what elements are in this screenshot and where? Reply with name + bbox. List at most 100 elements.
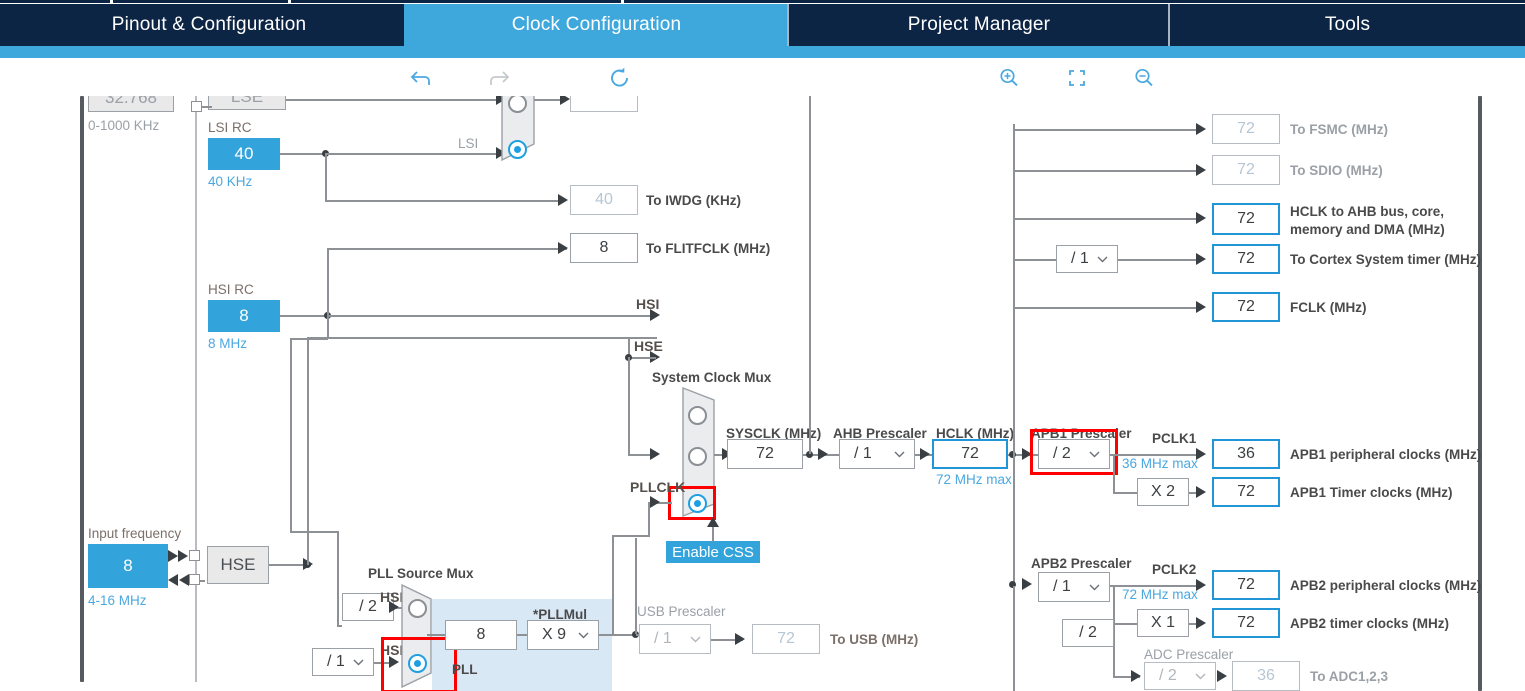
- undo-icon[interactable]: [408, 64, 436, 92]
- apb2-timer-multiplier: X 1: [1150, 614, 1175, 631]
- lse-osc-box[interactable]: LSE: [208, 96, 286, 110]
- cortex-divider-value: / 1: [1071, 250, 1089, 267]
- wire-hsi-up: [327, 248, 329, 316]
- wire-lse-pin: [202, 106, 212, 108]
- fsmc-label: To FSMC (MHz): [1290, 122, 1388, 137]
- pclk2-max-label: 72 MHz max: [1122, 587, 1198, 602]
- lsi-rc-value-box[interactable]: 40: [208, 138, 280, 170]
- apb1-peripheral-value: 36: [1237, 445, 1255, 462]
- lse-value-box[interactable]: 32.768: [88, 96, 174, 112]
- pll-input-value-box[interactable]: 8: [445, 620, 517, 650]
- clock-tree-canvas[interactable]: 32.768 0-1000 KHz LSE LSI RC 40 40 KHz L…: [0, 96, 1525, 691]
- ahb-prescaler-value: / 1: [854, 445, 872, 462]
- reset-icon[interactable]: [606, 64, 634, 92]
- cortex-timer-value-box[interactable]: 72: [1212, 244, 1280, 274]
- sdio-top-label: To SDIO (MHz): [1290, 163, 1383, 178]
- arrow-hse-out-a: [168, 574, 178, 586]
- sysclk-mux-option-hse[interactable]: [688, 447, 707, 466]
- zoom-out-icon[interactable]: [1130, 64, 1158, 92]
- chevron-down-icon: [578, 626, 589, 644]
- usb-out-value-box[interactable]: 72: [752, 624, 820, 654]
- pllmul-select[interactable]: X 9: [527, 620, 599, 650]
- iwdg-label: To IWDG (KHz): [646, 193, 741, 208]
- sdio-divider-box[interactable]: / 2: [1062, 619, 1114, 647]
- flitfclk-value-box[interactable]: 8: [570, 233, 638, 263]
- redo-icon[interactable]: [484, 64, 512, 92]
- rtc-mux-option-lsi[interactable]: [508, 140, 527, 159]
- apb1-peripheral-value-box[interactable]: 36: [1212, 439, 1280, 469]
- lsi-rc-title: LSI RC: [208, 120, 252, 135]
- cortex-timer-divider-select[interactable]: / 1: [1056, 245, 1118, 273]
- hsi-rc-value: 8: [239, 306, 249, 325]
- arrow-apb2-timer: [1196, 617, 1206, 629]
- wire-pllout-riser: [635, 538, 637, 634]
- sdio-top-value-box[interactable]: 72: [1212, 155, 1280, 185]
- apb2-peripheral-value-box[interactable]: 72: [1212, 570, 1280, 600]
- arrow-fclk: [1196, 301, 1206, 313]
- fit-to-screen-icon[interactable]: [1063, 64, 1091, 92]
- pll-mux-option-hsi[interactable]: [408, 599, 427, 618]
- usb-prescaler-select[interactable]: / 1: [639, 624, 711, 654]
- sysclk-mux-input-hse-label: HSE: [634, 338, 663, 354]
- adc-out-value-box[interactable]: 36: [1232, 661, 1300, 691]
- wire-hse-up: [307, 337, 309, 565]
- ahb-prescaler-select[interactable]: / 1: [839, 439, 915, 469]
- arrow-iwdg: [558, 194, 568, 206]
- chevron-down-icon: [353, 653, 364, 671]
- pll-source-mux-title: PLL Source Mux: [368, 566, 474, 581]
- apb2-timer-value-box[interactable]: 72: [1212, 608, 1280, 638]
- apb2-timer-label: APB2 timer clocks (MHz): [1290, 616, 1450, 631]
- chevron-down-icon: [690, 630, 701, 648]
- pclk2-label: PCLK2: [1152, 562, 1197, 577]
- enable-css-button[interactable]: Enable CSS: [666, 541, 760, 563]
- flitfclk-value: 8: [599, 239, 609, 256]
- enable-css-label: Enable CSS: [672, 543, 754, 561]
- pll-hse-divider-select[interactable]: / 1: [312, 648, 374, 676]
- tab-pinout-configuration[interactable]: Pinout & Configuration: [14, 4, 404, 46]
- left-panel-divider: [80, 96, 84, 682]
- tab-tools[interactable]: Tools: [1170, 4, 1525, 46]
- cortex-timer-label: To Cortex System timer (MHz): [1290, 252, 1482, 267]
- hclk-out-value-box[interactable]: 72: [1212, 203, 1280, 235]
- arrow-flitf: [558, 242, 568, 254]
- wire-lsi-to-iwdg: [325, 200, 565, 202]
- fclk-value-box[interactable]: 72: [1212, 292, 1280, 322]
- wire-hse-to-css: [628, 357, 630, 455]
- input-frequency-box[interactable]: 8: [88, 544, 168, 588]
- tab-label: Pinout & Configuration: [111, 14, 307, 35]
- arrow-sdio-top: [1196, 164, 1206, 176]
- apb2-timer-value: 72: [1237, 614, 1255, 631]
- arrow-hse-out-b: [179, 574, 189, 586]
- adc-prescaler-select[interactable]: / 2: [1144, 662, 1216, 690]
- apb2-prescaler-value: / 1: [1053, 578, 1071, 595]
- apb2-prescaler-select[interactable]: / 1: [1038, 572, 1110, 602]
- sysclk-value-box[interactable]: 72: [727, 439, 803, 469]
- sysclk-mux-option-hsi[interactable]: [688, 406, 707, 425]
- arrow-pllmux-hsi: [389, 601, 399, 613]
- apb1-timer-value-box[interactable]: 72: [1212, 477, 1280, 507]
- hse-osc-box[interactable]: HSE: [207, 546, 269, 584]
- tab-project-manager[interactable]: Project Manager: [789, 4, 1169, 46]
- apb2-timer-multiplier-box[interactable]: X 1: [1137, 609, 1189, 637]
- arrow-css-up: [707, 517, 719, 527]
- apb1-prescaler-highlight: [1030, 429, 1118, 475]
- hclk-value-box[interactable]: 72: [932, 439, 1008, 469]
- apb1-timer-multiplier: X 2: [1150, 483, 1175, 500]
- rtc-out-box[interactable]: [570, 96, 638, 112]
- hclk-out-value: 72: [1237, 210, 1255, 227]
- hsi-rc-value-box[interactable]: 8: [208, 300, 280, 332]
- cortex-timer-value: 72: [1237, 250, 1255, 267]
- arrow-apb2-pre: [1022, 578, 1032, 590]
- tab-clock-configuration[interactable]: Clock Configuration: [404, 4, 789, 46]
- input-frequency-title: Input frequency: [88, 526, 182, 541]
- iwdg-value-box[interactable]: 40: [570, 185, 638, 215]
- wire-apb1-to-x2: [1113, 492, 1137, 494]
- apb1-timer-multiplier-box[interactable]: X 2: [1137, 478, 1189, 506]
- zoom-in-icon[interactable]: [995, 64, 1023, 92]
- usb-out-label: To USB (MHz): [830, 632, 919, 647]
- fsmc-value-box[interactable]: 72: [1212, 114, 1280, 144]
- wire-to-fsmc: [1013, 129, 1203, 131]
- arrow-adc-out: [1217, 670, 1227, 682]
- lse-pin-square: [191, 101, 202, 112]
- fclk-value: 72: [1237, 298, 1255, 315]
